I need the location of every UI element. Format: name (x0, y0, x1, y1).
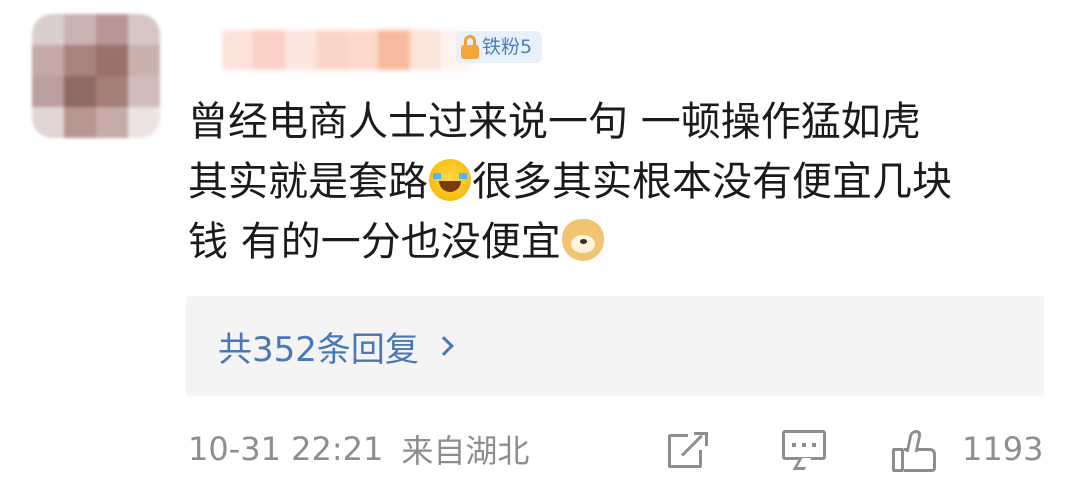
comment-line-1: 曾经电商人士过来说一句 一顿操作猛如虎 (188, 99, 921, 145)
replies-count-label: 共352条回复 (218, 329, 419, 370)
share-icon[interactable] (668, 430, 710, 468)
comment-line-2-part-2: 很多其实根本没有便宜几块 (472, 159, 952, 205)
comment-meta: 10-31 22:21 来自湖北 (188, 424, 529, 474)
comment-text: 曾经电商人士过来说一句 一顿操作猛如虎 其实就是套路 很多其实根本没有便宜几块 钱… (188, 92, 1058, 272)
fan-badge-label: 铁粉5 (482, 36, 533, 58)
fan-level-badge: 铁粉5 (456, 31, 543, 63)
laugh-cry-emoji-icon (429, 159, 471, 201)
user-avatar[interactable] (32, 14, 160, 138)
view-replies-button[interactable]: 共352条回复 (186, 296, 1044, 396)
lock-icon (460, 35, 480, 59)
comment-timestamp: 10-31 22:21 (188, 430, 384, 468)
chevron-right-icon (434, 336, 454, 356)
comment-line-3: 钱 有的一分也没便宜 (188, 212, 1058, 272)
comment-line-2-part-1: 其实就是套路 (188, 159, 428, 205)
like-count: 1193 (962, 430, 1044, 468)
doge-emoji-icon (561, 219, 604, 261)
like-thumbs-up-icon[interactable] (892, 430, 940, 474)
reply-comment-icon[interactable] (782, 430, 826, 470)
username-redacted[interactable] (222, 30, 472, 70)
comment-location: 来自湖北 (401, 432, 530, 470)
comment-line-3-text: 钱 有的一分也没便宜 (188, 219, 561, 265)
comment-line-2: 其实就是套路 很多其实根本没有便宜几块 (188, 152, 1058, 212)
